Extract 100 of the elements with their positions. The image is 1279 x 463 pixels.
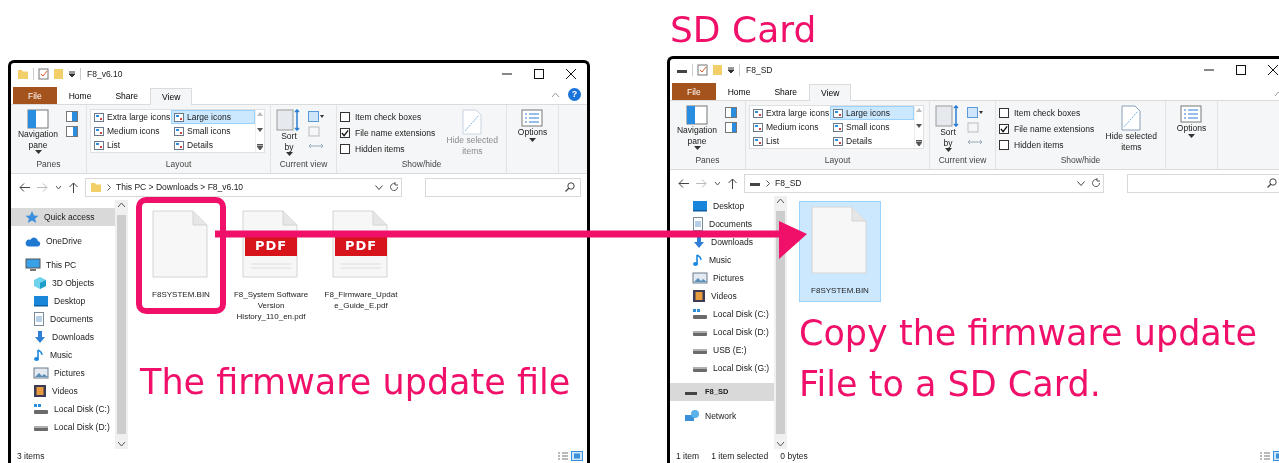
group-by-icon[interactable] (967, 107, 983, 118)
preview-pane-icon[interactable] (66, 111, 78, 122)
download-arrow-icon (33, 330, 47, 344)
nav-item[interactable]: Music (11, 346, 115, 364)
checkbox[interactable] (340, 112, 350, 122)
file-item[interactable]: F8SYSTEM.BIN (140, 205, 222, 306)
nav-item[interactable]: Local Disk (G:) (670, 359, 774, 377)
layout-option[interactable]: Medium icons (750, 120, 830, 134)
dropdown-icon[interactable] (727, 66, 735, 74)
nav-item[interactable]: Videos (670, 287, 774, 305)
ribbon-tab[interactable]: Share (762, 82, 810, 100)
nav-item[interactable]: Local Disk (C:) (670, 305, 774, 323)
nav-item[interactable]: Pictures (670, 269, 774, 287)
details-pane-icon[interactable] (725, 122, 737, 133)
layout-option[interactable]: Large icons (830, 106, 914, 120)
help-button[interactable]: ? (568, 88, 581, 101)
options-button[interactable]: Options (515, 109, 550, 171)
scrollbar[interactable] (115, 200, 128, 449)
properties-icon[interactable] (697, 64, 708, 76)
details-pane-icon[interactable] (66, 126, 78, 137)
nav-item[interactable]: Network (670, 407, 774, 425)
nav-item[interactable]: USB (E:) (670, 341, 774, 359)
refresh-icon[interactable] (1091, 178, 1101, 188)
nav-item[interactable]: Local Disk (D:) (670, 323, 774, 341)
checkbox[interactable] (999, 140, 1009, 150)
nav-item[interactable]: This PC (11, 256, 115, 274)
layout-option[interactable]: Small icons (830, 120, 914, 134)
properties-icon[interactable] (38, 68, 49, 80)
nav-item[interactable]: Quick access (11, 208, 115, 226)
file-item[interactable]: PDF F8_Firmware_Update_Guide_E.pdf (320, 205, 402, 317)
collapse-ribbon-icon[interactable] (551, 91, 560, 98)
search-field[interactable] (1127, 173, 1279, 193)
layout-option[interactable]: Medium icons (91, 124, 171, 138)
nav-item[interactable]: Documents (670, 215, 774, 233)
checkbox[interactable] (340, 144, 350, 154)
up-icon[interactable] (69, 181, 78, 193)
nav-item[interactable]: Downloads (670, 233, 774, 251)
ribbon-tab[interactable]: File (672, 82, 716, 100)
checkbox[interactable] (999, 124, 1009, 134)
nav-item[interactable]: Local Disk (D:) (11, 418, 115, 436)
navigation-pane-button[interactable]: Navigation pane (14, 109, 62, 159)
preview-pane-icon[interactable] (725, 107, 737, 118)
nav-item[interactable]: Music (670, 251, 774, 269)
layout-option[interactable]: Details (830, 134, 914, 148)
navigation-pane-button[interactable]: Navigation pane (673, 105, 721, 155)
ribbon-tab[interactable]: Home (56, 86, 104, 104)
layout-option[interactable]: Small icons (171, 124, 255, 138)
sort-by-button[interactable]: Sort by (274, 109, 304, 159)
maximize-icon[interactable] (534, 69, 544, 79)
ribbon-tab[interactable]: View (809, 83, 852, 101)
ribbon-tab[interactable]: View (150, 87, 193, 105)
annotation-text: Copy the firmware update (799, 315, 1259, 351)
close-icon[interactable] (566, 69, 576, 79)
dropdown-icon[interactable] (68, 70, 76, 78)
scrollbar[interactable] (774, 196, 787, 449)
nav-item[interactable]: 3D Objects (11, 274, 115, 292)
options-button[interactable]: Options (1174, 105, 1209, 167)
nav-item[interactable]: Documents (11, 310, 115, 328)
file-item[interactable]: F8SYSTEM.BIN (799, 201, 881, 302)
address-bar[interactable]: F8_SD (744, 173, 1104, 193)
large-icons-view-icon[interactable] (571, 451, 583, 461)
layout-option[interactable]: Large icons (171, 110, 255, 124)
file-name: F8_System Software Version History_110_en.pdf (233, 290, 309, 323)
group-by-icon[interactable] (308, 111, 324, 122)
nav-item[interactable]: Videos (11, 382, 115, 400)
ribbon-tab[interactable]: Home (715, 82, 763, 100)
checkbox[interactable] (340, 128, 350, 138)
dropdown-icon[interactable] (1077, 180, 1085, 186)
scroll-down-icon[interactable] (916, 124, 922, 128)
nav-item[interactable]: Local Disk (C:) (11, 400, 115, 418)
back-icon[interactable] (678, 178, 689, 188)
layout-option[interactable]: List (91, 138, 171, 152)
scroll-down-icon[interactable] (257, 128, 263, 132)
back-icon[interactable] (19, 182, 30, 192)
file-item[interactable]: PDF F8_System Software Version History_110_en.pdf (230, 205, 312, 328)
sort-by-button[interactable]: Sort by (933, 105, 963, 155)
expand-gallery-icon[interactable] (257, 144, 263, 150)
recent-locations-icon[interactable] (714, 180, 721, 186)
checkbox[interactable] (999, 108, 1009, 118)
layout-option[interactable]: List (750, 134, 830, 148)
expand-gallery-icon[interactable] (916, 140, 922, 146)
nav-item[interactable]: Pictures (11, 364, 115, 382)
close-icon[interactable] (1268, 65, 1278, 75)
nav-item[interactable]: Desktop (11, 292, 115, 310)
nav-item[interactable]: Desktop (670, 197, 774, 215)
search-field[interactable] (425, 177, 581, 197)
hide-selected-items-button[interactable]: Hide selected items (1098, 105, 1165, 155)
nav-item[interactable]: Downloads (11, 328, 115, 346)
refresh-icon[interactable] (389, 182, 399, 192)
recent-locations-icon[interactable] (55, 184, 62, 190)
layout-option[interactable]: Extra large icons (750, 106, 830, 120)
nav-item[interactable]: OneDrive (11, 232, 115, 250)
address-bar[interactable]: This PC > Downloads > F8_v6.10 (85, 177, 402, 197)
ribbon-tab[interactable]: Share (103, 86, 151, 104)
maximize-icon[interactable] (1236, 65, 1246, 75)
layout-option[interactable]: Details (171, 138, 255, 152)
layout-option[interactable]: Extra large icons (91, 110, 171, 124)
ribbon-tab[interactable]: File (13, 86, 57, 104)
up-icon[interactable] (728, 177, 737, 189)
dropdown-icon[interactable] (375, 184, 383, 190)
